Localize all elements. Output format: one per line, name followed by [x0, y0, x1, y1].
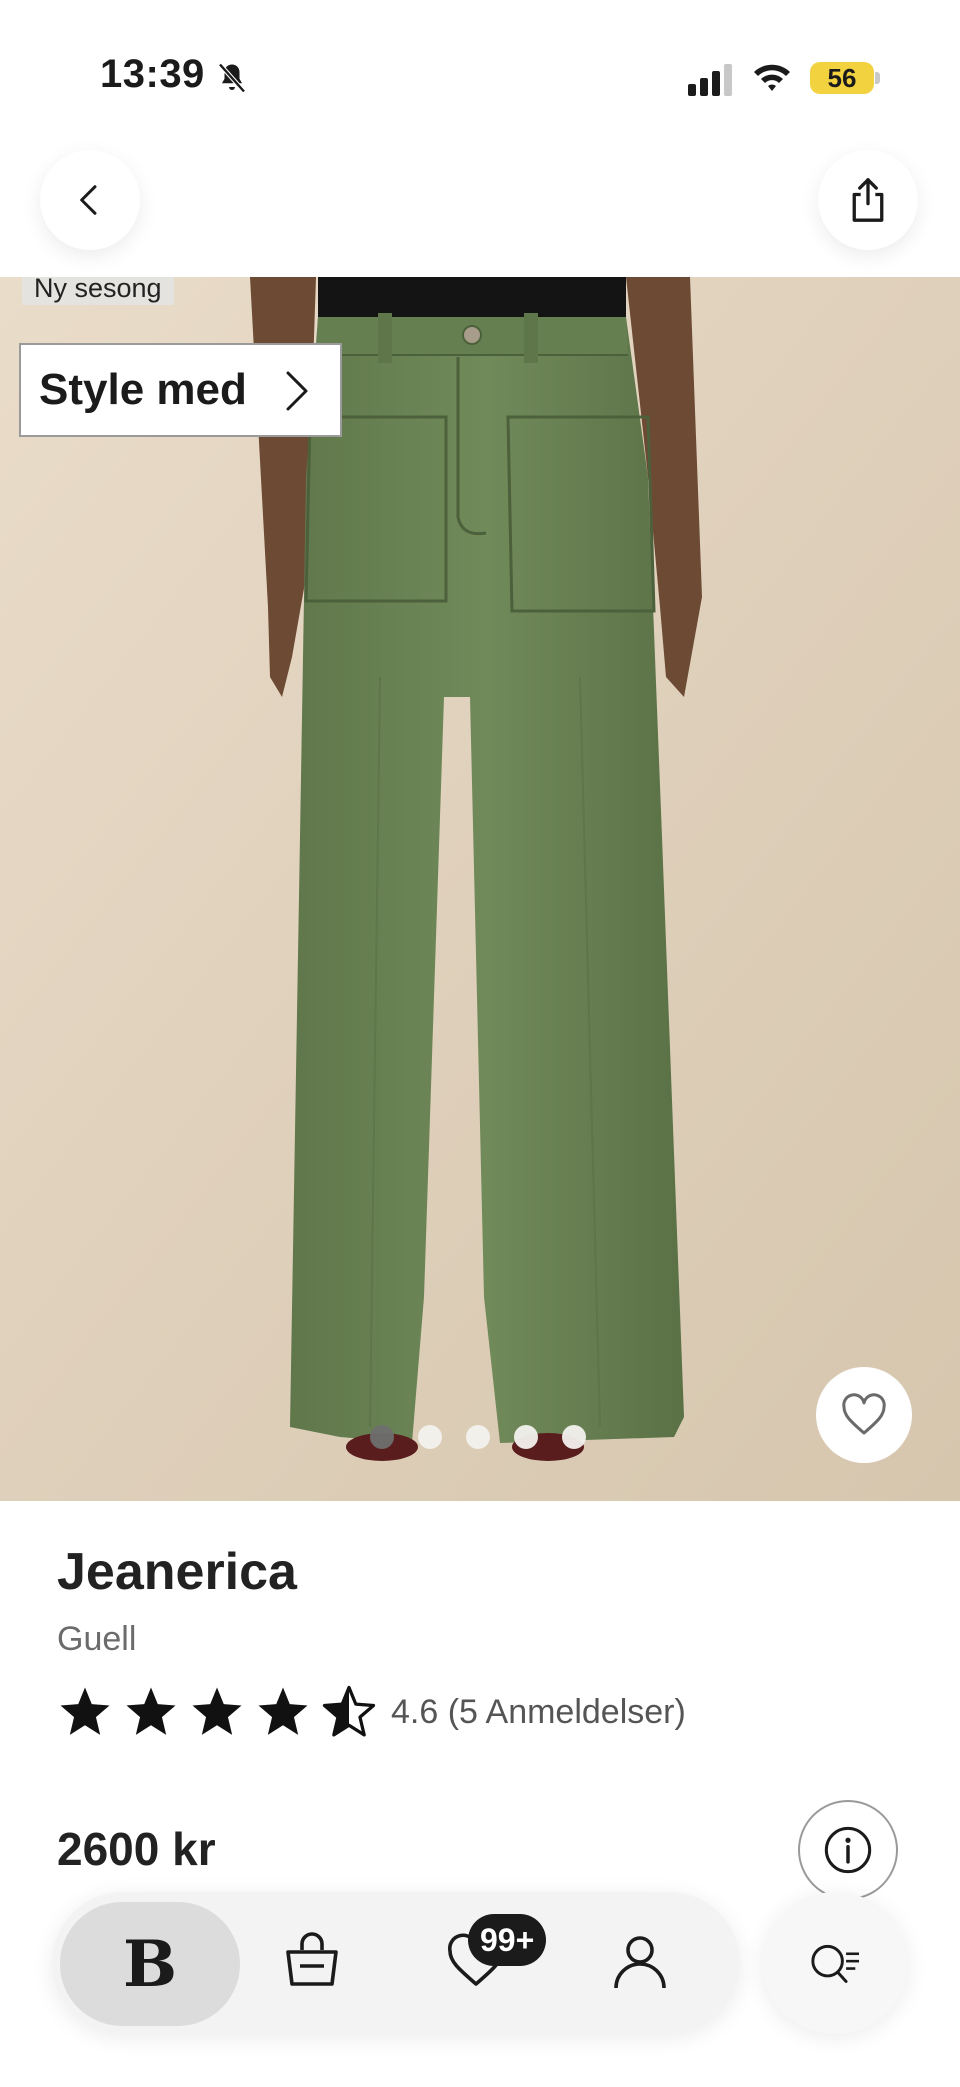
shopping-bag-icon[interactable]	[280, 1930, 344, 1994]
price: 2600 kr	[57, 1823, 216, 1875]
star-half-icon	[322, 1685, 376, 1737]
product-image[interactable]	[0, 277, 960, 1501]
pagination-dot[interactable]	[418, 1425, 442, 1449]
wifi-icon	[754, 64, 790, 91]
chevron-right-icon	[286, 371, 308, 411]
rating-text: 4.6 (5 Anmeldelser)	[391, 1692, 686, 1731]
home-tab[interactable]: B	[60, 1902, 240, 2026]
pagination-dot[interactable]	[466, 1425, 490, 1449]
product-name: Guell	[57, 1620, 137, 1658]
rating-row[interactable]: 4.6 (5 Anmeldelser)	[57, 1684, 686, 1740]
pagination-dot[interactable]	[562, 1425, 586, 1449]
star-full-icon	[126, 1687, 176, 1735]
favorite-button[interactable]	[816, 1367, 912, 1463]
battery-indicator: 56	[810, 62, 880, 94]
style-with-label: Style med	[39, 365, 247, 414]
info-button[interactable]	[798, 1800, 898, 1900]
battery-level: 56	[827, 62, 857, 93]
back-button[interactable]	[40, 150, 140, 250]
chevron-left-icon	[80, 185, 97, 215]
share-button[interactable]	[818, 150, 918, 250]
gallery-pagination	[370, 1425, 586, 1449]
status-time: 13:39	[100, 52, 205, 96]
share-icon	[852, 178, 884, 222]
style-with-button[interactable]: Style med	[19, 343, 342, 437]
search-assistant-icon	[811, 1944, 859, 1983]
star-full-icon	[192, 1687, 242, 1735]
brand-name[interactable]: Jeanerica	[57, 1542, 297, 1602]
search-assistant-button[interactable]	[762, 1892, 908, 2034]
pants-illustration	[0, 277, 960, 1501]
account-icon[interactable]	[608, 1930, 672, 1994]
pagination-dot[interactable]	[370, 1425, 394, 1449]
heart-outline-icon	[842, 1393, 886, 1435]
star-full-icon	[60, 1687, 110, 1735]
new-season-ribbon: Ny sesong	[22, 277, 174, 305]
cellular-signal-icon	[688, 64, 732, 96]
home-logo: B	[122, 1926, 178, 2002]
bell-slash-icon	[218, 63, 246, 93]
star-full-icon	[258, 1687, 308, 1735]
wishlist-badge: 99+	[468, 1914, 547, 1966]
info-icon	[824, 1826, 872, 1874]
pagination-dot[interactable]	[514, 1425, 538, 1449]
